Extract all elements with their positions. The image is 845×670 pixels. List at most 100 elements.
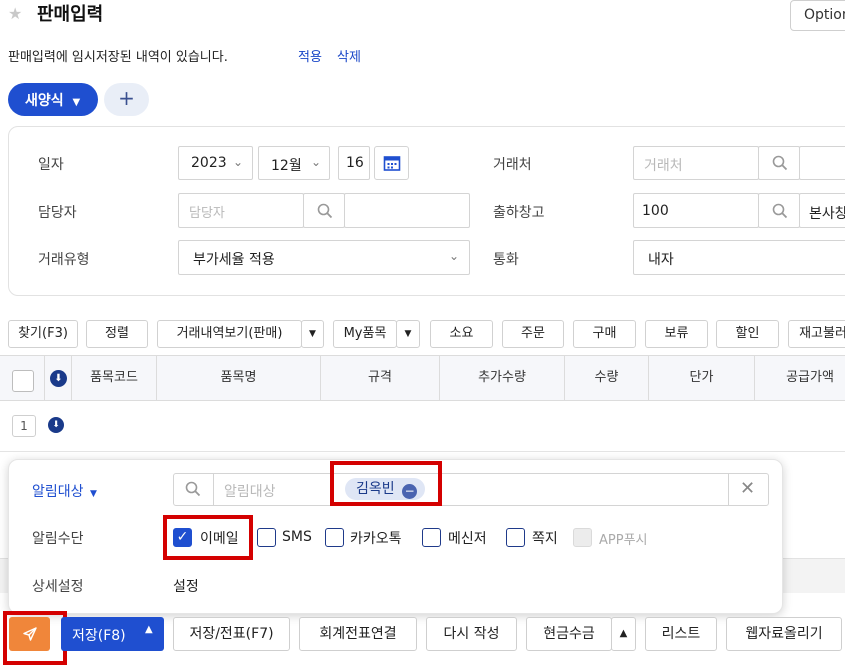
manager-search-button[interactable] <box>303 193 345 228</box>
manager-label: 담당자 <box>38 205 77 221</box>
my-items-button[interactable]: My품목 <box>333 320 397 348</box>
messenger-checkbox[interactable] <box>422 528 441 547</box>
col-spec: 규격 <box>321 355 440 401</box>
new-form-button[interactable]: 새양식 ▼ <box>8 83 98 116</box>
currency-label: 통화 <box>493 252 519 268</box>
caret-down-icon: ▼ <box>72 97 81 108</box>
web-upload-button[interactable]: 웹자료올리기 <box>726 617 842 651</box>
calendar-button[interactable] <box>374 146 409 180</box>
caret-up-icon: ▲ <box>619 628 628 639</box>
trade-type-value: 부가세율 적용 <box>193 252 275 268</box>
warehouse-code-input[interactable]: 100 <box>633 193 759 228</box>
option-button[interactable]: Option <box>790 0 845 31</box>
kakao-checkbox[interactable] <box>325 528 344 547</box>
customer-search-button[interactable] <box>758 146 800 180</box>
search-icon[interactable] <box>185 481 201 497</box>
purchase-button[interactable]: 구매 <box>573 320 636 348</box>
list-button[interactable]: 리스트 <box>645 617 717 651</box>
clear-x-icon[interactable]: ✕ <box>740 478 755 499</box>
search-icon <box>772 155 788 171</box>
col-supply-amount: 공급가액 <box>786 370 834 385</box>
sms-label: SMS <box>282 529 312 545</box>
save-button[interactable]: 저장(F8) <box>72 625 126 645</box>
customer-label: 거래처 <box>493 157 532 173</box>
chevron-down-icon: ⌄ <box>449 249 460 263</box>
trade-type-label: 거래유형 <box>38 252 90 268</box>
customer-input[interactable]: 거래처 <box>633 146 759 180</box>
send-notification-button[interactable] <box>9 617 50 651</box>
recipient-tag-label: 김옥빈 <box>356 481 395 497</box>
warehouse-name-field[interactable]: 본사창 <box>799 193 845 228</box>
trade-type-select[interactable]: 부가세율 적용 ⌄ <box>178 240 470 275</box>
notify-method-label: 알림수단 <box>32 531 84 547</box>
caret-up-icon[interactable]: ▲ <box>145 624 153 635</box>
col-item-code: 품목코드 <box>72 355 157 401</box>
trade-history-dropdown[interactable]: ▼ <box>301 320 324 348</box>
warehouse-search-button[interactable] <box>758 193 800 228</box>
delete-link[interactable]: 삭제 <box>337 46 361 65</box>
col-qty: 수량 <box>565 355 649 401</box>
note-label: 쪽지 <box>532 531 558 547</box>
row-number: 1 <box>12 415 36 437</box>
app-push-label: APP푸시 <box>599 533 648 548</box>
month-select[interactable]: 12월 ⌄ <box>258 146 330 180</box>
warehouse-label: 출하창고 <box>493 205 545 221</box>
note-checkbox[interactable] <box>506 528 525 547</box>
col-extra-qty: 추가수량 <box>440 355 565 401</box>
find-button[interactable]: 찾기(F3) <box>8 320 78 348</box>
sms-checkbox[interactable] <box>257 528 276 547</box>
sort-button[interactable]: 정렬 <box>86 320 148 348</box>
detail-settings-link[interactable]: 설정 <box>173 576 199 596</box>
check-icon: ✓ <box>176 529 189 545</box>
load-stock-button[interactable]: 재고불러 <box>788 320 845 348</box>
kakao-label: 카카오톡 <box>350 531 402 547</box>
my-items-dropdown[interactable]: ▼ <box>396 320 420 348</box>
caret-down-icon: ▼ <box>309 329 316 339</box>
save-slip-button[interactable]: 저장/전표(F7) <box>173 617 290 651</box>
caret-down-icon: ▼ <box>404 329 412 339</box>
date-label: 일자 <box>38 157 64 173</box>
trade-history-button[interactable]: 거래내역보기(판매) <box>157 320 302 348</box>
send-paper-plane-icon <box>23 627 37 641</box>
app-push-checkbox <box>573 528 592 547</box>
remove-circle-icon[interactable]: − <box>402 484 418 499</box>
arrow-down-circle-icon[interactable]: ⬇ <box>50 370 67 387</box>
link-slip-button[interactable]: 회계전표연결 <box>299 617 417 651</box>
recipient-tag: 김옥빈 − <box>345 478 426 500</box>
search-icon <box>772 203 788 219</box>
manager-name-field[interactable] <box>344 193 470 228</box>
month-value: 12월 <box>271 158 302 174</box>
add-form-button[interactable]: + <box>104 83 149 116</box>
year-value: 2023 <box>191 155 227 171</box>
detail-settings-label: 상세설정 <box>32 579 84 595</box>
col-item-name: 품목명 <box>157 355 321 401</box>
email-label: 이메일 <box>200 531 239 547</box>
temp-save-notice: 판매입력에 임시저장된 내역이 있습니다. <box>8 50 228 65</box>
email-checkbox[interactable]: ✓ <box>173 528 192 547</box>
discount-button[interactable]: 할인 <box>716 320 779 348</box>
caret-down-icon: ▼ <box>89 489 97 499</box>
order-button[interactable]: 주문 <box>502 320 564 348</box>
notify-target-dropdown[interactable]: 알림대상 ▼ <box>32 481 97 501</box>
day-input[interactable]: 16 <box>338 146 370 180</box>
favorite-star-icon[interactable]: ★ <box>8 4 22 23</box>
currency-select[interactable]: 내자 <box>633 240 845 275</box>
rewrite-button[interactable]: 다시 작성 <box>426 617 517 651</box>
cash-receipt-button[interactable]: 현금수금 <box>526 617 612 651</box>
hold-button[interactable]: 보류 <box>645 320 708 348</box>
page-title: 판매입력 <box>37 4 104 25</box>
manager-input[interactable]: 담당자 <box>178 193 304 228</box>
notify-target-label: 알림대상 <box>32 484 84 500</box>
col-unit-price: 단가 <box>649 355 755 401</box>
customer-name-field[interactable] <box>799 146 845 180</box>
notify-target-input[interactable]: 알림대상 <box>224 481 276 501</box>
apply-link[interactable]: 적용 <box>298 46 322 65</box>
cash-receipt-dropdown[interactable]: ▲ <box>611 617 636 651</box>
arrow-down-circle-icon[interactable]: ⬇ <box>48 417 64 433</box>
chevron-down-icon: ⌄ <box>233 155 244 169</box>
demand-button[interactable]: 소요 <box>430 320 493 348</box>
year-select[interactable]: 2023 ⌄ <box>178 146 253 180</box>
messenger-label: 메신저 <box>448 531 487 547</box>
chevron-down-icon: ⌄ <box>311 155 322 169</box>
select-all-checkbox[interactable] <box>12 370 34 392</box>
